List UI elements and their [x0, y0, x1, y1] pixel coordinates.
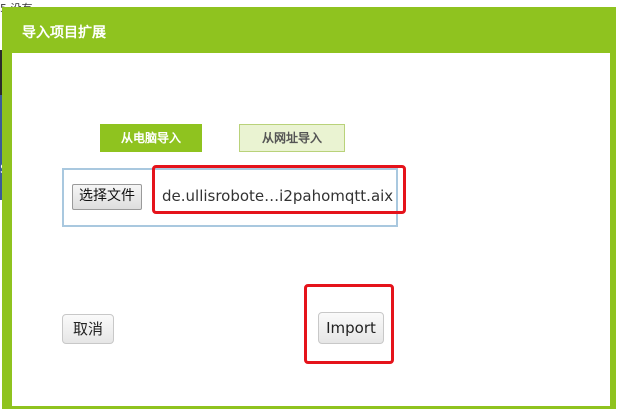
tab-import-from-url[interactable]: 从网址导入 [239, 124, 345, 152]
file-input-panel: 选择文件 de.ullisrobote…i2pahomqtt.aix [62, 168, 398, 227]
tab-import-from-computer[interactable]: 从电脑导入 [100, 124, 202, 152]
dialog-title: 导入项目扩展 [22, 25, 106, 41]
dialog-content: 从电脑导入 从网址导入 选择文件 de.ullisrobote…i2pahomq… [12, 53, 610, 406]
dialog-titlebar: 导入项目扩展 [4, 9, 614, 53]
import-button[interactable]: Import [318, 312, 384, 344]
choose-file-button[interactable]: 选择文件 [72, 184, 142, 210]
selected-file-name: de.ullisrobote…i2pahomqtt.aix [162, 187, 394, 205]
import-extension-dialog: 导入项目扩展 从电脑导入 从网址导入 选择文件 de.ullisrobote…i… [2, 7, 616, 409]
cancel-button[interactable]: 取消 [62, 314, 114, 344]
